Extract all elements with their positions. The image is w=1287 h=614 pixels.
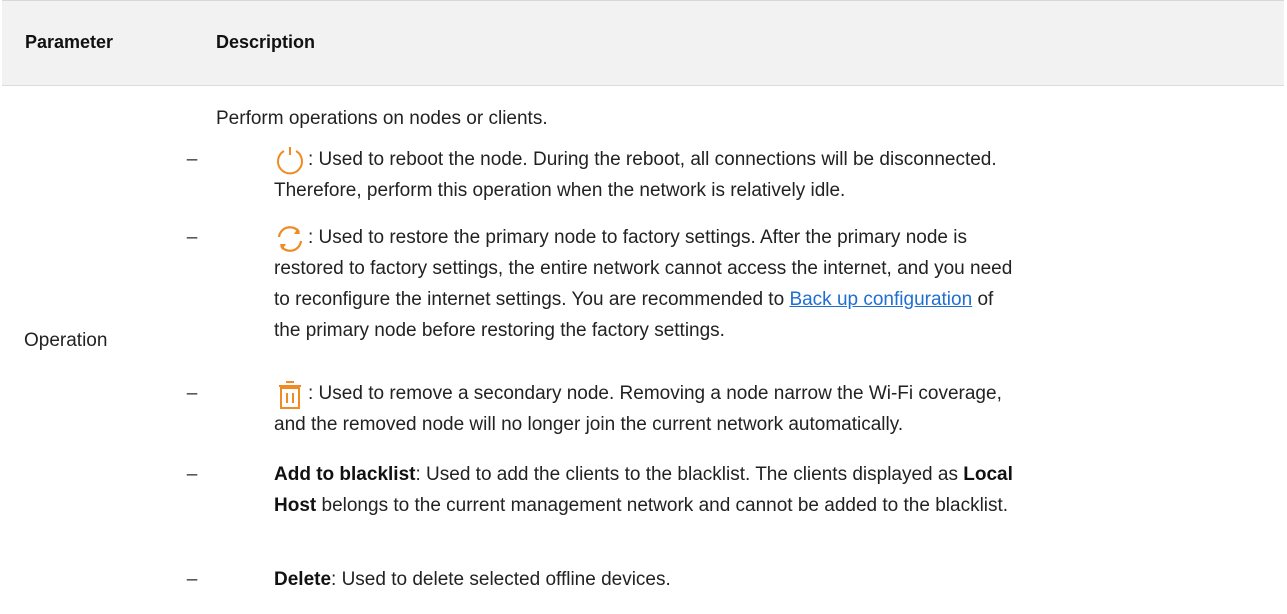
header-parameter: Parameter — [25, 32, 114, 52]
dash-bullet: – — [186, 149, 198, 170]
parameter-table: Parameter Description Operation Perform … — [2, 0, 1284, 614]
table-header: Parameter Description — [2, 1, 1284, 86]
parameter-name: Operation — [24, 330, 108, 351]
restore-line3: to reconfigure the internet settings. Yo… — [274, 284, 993, 315]
delete-term: Delete — [274, 569, 332, 590]
blacklist-line2-rest: belongs to the current management networ… — [316, 495, 1009, 516]
restore-line2: restored to factory settings, the entire… — [274, 258, 1013, 279]
trash-icon — [274, 380, 308, 410]
blacklist-line2: Host belongs to the current management n… — [274, 490, 1008, 521]
blacklist-term: Add to blacklist — [274, 464, 416, 485]
list-item-remove: – : Used to remove a secondary node. Rem… — [186, 378, 1281, 442]
dash-bullet: – — [186, 464, 198, 485]
restore-line1: : Used to restore the primary node to fa… — [308, 227, 967, 248]
description-intro: Perform operations on nodes or clients. — [216, 108, 548, 129]
blacklist-line1: Add to blacklist: Used to add the client… — [274, 459, 1013, 490]
reboot-line1: : Used to reboot the node. During the re… — [308, 149, 997, 170]
reboot-line2: Therefore, perform this operation when t… — [274, 180, 846, 201]
restore-line3-post: of — [972, 289, 994, 310]
delete-line1-rest: : Used to delete selected offline device… — [331, 569, 671, 590]
remove-line1: : Used to remove a secondary node. Remov… — [308, 383, 1002, 404]
host-term: Host — [274, 495, 317, 516]
delete-line1: Delete: Used to delete selected offline … — [274, 564, 671, 595]
remove-line2: and the removed node will no longer join… — [274, 414, 904, 435]
restore-line3-pre: to reconfigure the internet settings. Yo… — [274, 289, 790, 310]
blacklist-line1-rest: : Used to add the clients to the blackli… — [415, 464, 964, 485]
header-description: Description — [216, 32, 316, 52]
list-item-delete: – Delete: Used to delete selected offlin… — [186, 564, 1281, 596]
power-icon — [274, 146, 308, 176]
restore-icon — [274, 224, 308, 254]
dash-bullet: – — [186, 383, 198, 404]
local-term: Local — [963, 464, 1013, 485]
list-item-restore: – : Used to restore the primary node to … — [186, 222, 1281, 346]
dash-bullet: – — [186, 227, 198, 248]
list-item-blacklist: – Add to blacklist: Used to add the clie… — [186, 459, 1281, 523]
back-up-configuration-link[interactable]: Back up configuration — [789, 289, 972, 310]
list-item-reboot: – : Used to reboot the node. During the … — [186, 144, 1281, 208]
restore-line4: the primary node before restoring the fa… — [274, 320, 725, 341]
dash-bullet: – — [186, 569, 198, 590]
